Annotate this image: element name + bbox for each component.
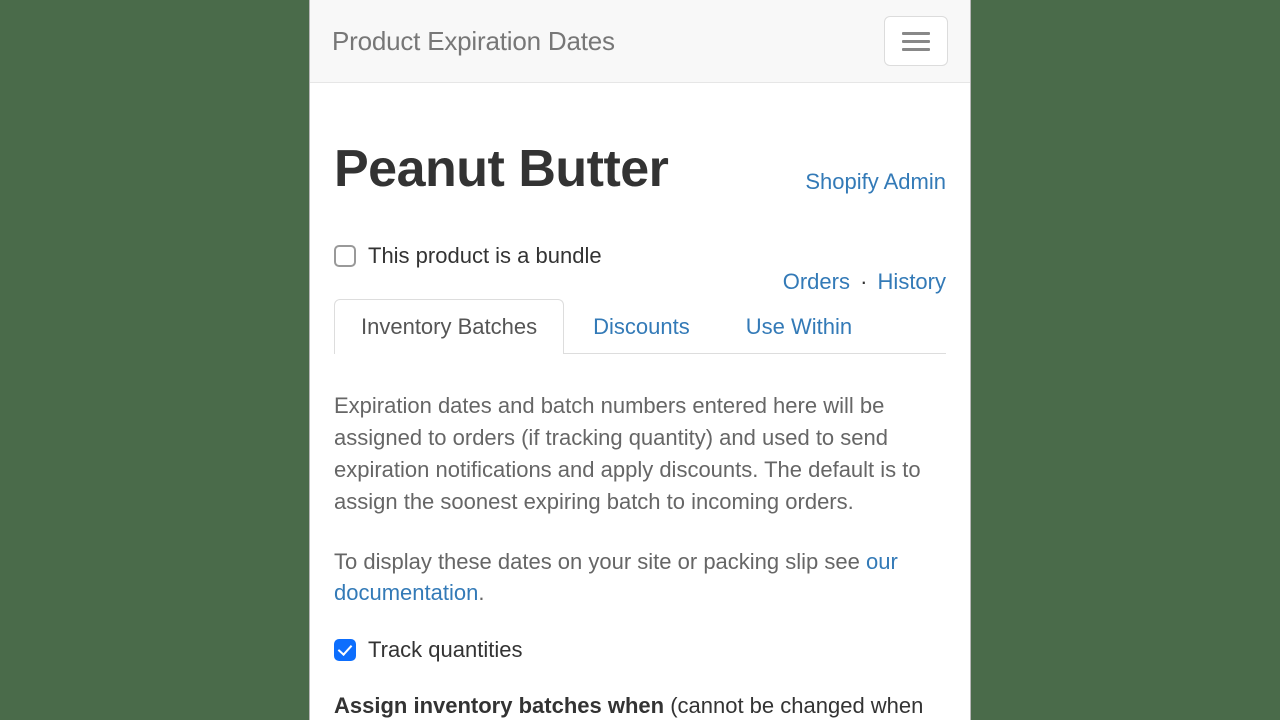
doc-suffix: . — [478, 580, 484, 605]
assign-batches-block: Assign inventory batches when (cannot be… — [334, 689, 946, 720]
bundle-row: This product is a bundle — [334, 243, 946, 269]
bundle-label[interactable]: This product is a bundle — [368, 243, 602, 269]
menu-toggle-button[interactable] — [884, 16, 948, 66]
track-quantities-row: Track quantities — [334, 637, 946, 663]
tabs: Inventory Batches Discounts Use Within — [334, 299, 946, 354]
orders-link[interactable]: Orders — [783, 269, 850, 294]
description-text: Expiration dates and batch numbers enter… — [334, 390, 946, 518]
app-panel: Product Expiration Dates Shopify Admin P… — [309, 0, 971, 720]
separator: · — [860, 269, 867, 294]
hamburger-icon — [902, 32, 930, 35]
content-area: Shopify Admin Peanut Butter Orders · His… — [310, 139, 970, 720]
subnav: Orders · History — [783, 269, 946, 295]
hamburger-icon — [902, 48, 930, 51]
bundle-checkbox[interactable] — [334, 245, 356, 267]
navbar: Product Expiration Dates — [310, 0, 970, 83]
documentation-text: To display these dates on your site or p… — [334, 546, 946, 610]
history-link[interactable]: History — [878, 269, 946, 294]
shopify-admin-link[interactable]: Shopify Admin — [805, 169, 946, 195]
tab-discounts[interactable]: Discounts — [566, 299, 717, 354]
tab-inventory-batches[interactable]: Inventory Batches — [334, 299, 564, 354]
app-brand: Product Expiration Dates — [332, 26, 615, 57]
track-quantities-label[interactable]: Track quantities — [368, 637, 522, 663]
track-quantities-checkbox[interactable] — [334, 639, 356, 661]
assign-bold-text: Assign inventory batches when — [334, 693, 670, 718]
doc-prefix: To display these dates on your site or p… — [334, 549, 866, 574]
hamburger-icon — [902, 40, 930, 43]
tab-use-within[interactable]: Use Within — [719, 299, 879, 354]
